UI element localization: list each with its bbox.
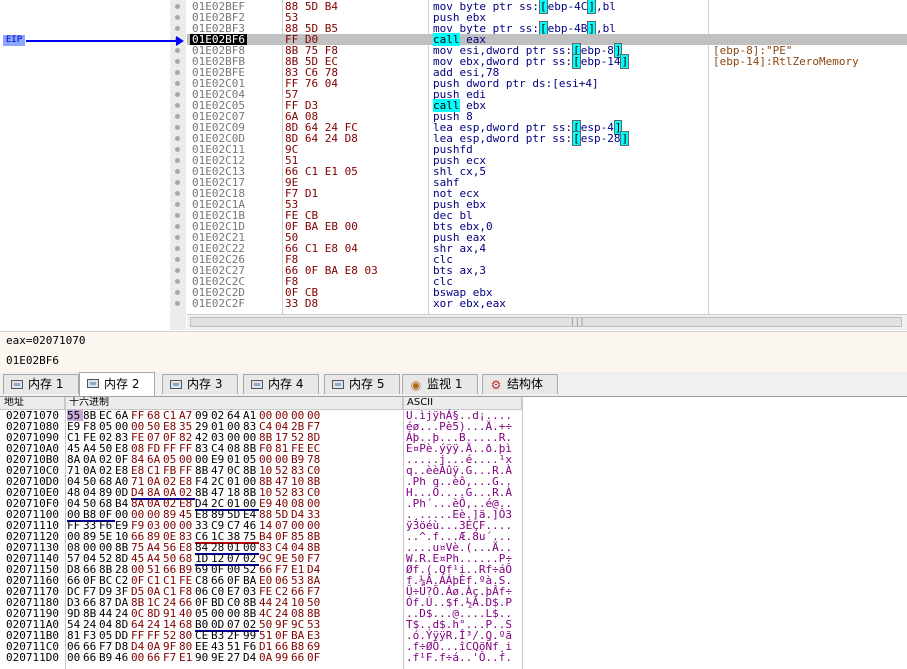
struct-icon: ⚙ bbox=[490, 378, 502, 392]
dump-row[interactable]: 020711D0 00 66 B9 46 00 66 F7 E1 90 9E 27 D4 0A 99 66 0F… bbox=[0, 652, 522, 663]
breakpoint-dot-icon[interactable] bbox=[175, 92, 180, 97]
dump-byte[interactable]: 27 bbox=[227, 652, 243, 663]
dump-bytes: 00 66 B9 46 00 66 F7 E1 90 9E 27 D4 0A 99 66 0F bbox=[67, 652, 323, 663]
breakpoint-dot-icon[interactable] bbox=[175, 191, 180, 196]
tab-label: 结构体 bbox=[507, 377, 544, 391]
breakpoint-dot-icon[interactable] bbox=[175, 246, 180, 251]
tab-7[interactable]: ⚙ 结构体 bbox=[482, 374, 558, 394]
breakpoint-dot-icon[interactable] bbox=[175, 103, 180, 108]
tab-3[interactable]: 内存 3 bbox=[162, 374, 238, 394]
tab-label: 监视 1 bbox=[427, 377, 463, 391]
breakpoint-dot-icon[interactable] bbox=[175, 70, 180, 75]
tab-1[interactable]: 内存 1 bbox=[3, 374, 79, 394]
breakpoint-dot-icon[interactable] bbox=[175, 290, 180, 295]
tab-5[interactable]: 内存 5 bbox=[324, 374, 400, 394]
breakpoint-dot-icon[interactable] bbox=[175, 81, 180, 86]
instruction-comment: [ebp-14]:RtlZeroMemory bbox=[713, 55, 859, 68]
breakpoint-dot-icon[interactable] bbox=[175, 125, 180, 130]
breakpoint-dot-icon[interactable] bbox=[175, 235, 180, 240]
breakpoint-dot-icon[interactable] bbox=[175, 4, 180, 9]
tab-4[interactable]: 内存 4 bbox=[243, 374, 319, 394]
scrollbar-thumb[interactable] bbox=[190, 317, 902, 327]
breakpoint-dot-icon[interactable] bbox=[175, 158, 180, 163]
breakpoint-dot-icon[interactable] bbox=[175, 268, 180, 273]
breakpoint-dot-icon[interactable] bbox=[175, 202, 180, 207]
memory-icon bbox=[251, 380, 263, 389]
jump-gutter bbox=[0, 0, 186, 330]
instruction-bytes: 33 D8 bbox=[285, 297, 319, 310]
breakpoint-dot-icon[interactable] bbox=[175, 136, 180, 141]
dump-byte[interactable]: D4 bbox=[243, 652, 259, 663]
dump-byte[interactable]: 0F bbox=[307, 652, 323, 663]
disassembly-pane[interactable]: EIP ||| 01E02BEF 88 5D B4 mov byte ptr ss:… bbox=[0, 0, 907, 330]
breakpoint-dot-icon[interactable] bbox=[175, 213, 180, 218]
instruction-bytes: 66 0F BA E8 03 bbox=[285, 264, 378, 277]
dump-byte[interactable]: 99 bbox=[275, 652, 291, 663]
dump-byte[interactable]: 00 bbox=[131, 652, 147, 663]
breakpoint-dot-icon[interactable] bbox=[175, 301, 180, 306]
header-hex[interactable]: 十六进制 bbox=[65, 397, 403, 409]
dump-byte[interactable]: 46 bbox=[115, 652, 131, 663]
instruction-address: 01E02C2F bbox=[192, 297, 245, 310]
eip-arrow-line bbox=[26, 40, 178, 42]
instruction-token: xor ebx,eax bbox=[433, 297, 506, 310]
memory-dump-pane[interactable]: 地址 十六进制 ASCII 02071070 55 8B EC 6A FF 68 C1 A7 09… bbox=[0, 397, 907, 669]
header-address[interactable]: 地址 bbox=[0, 397, 65, 409]
tab-label: 内存 4 bbox=[268, 377, 304, 391]
dump-byte[interactable]: F7 bbox=[163, 652, 179, 663]
breakpoint-dot-icon[interactable] bbox=[175, 48, 180, 53]
eip-marker: EIP bbox=[3, 35, 25, 46]
breakpoint-dot-icon[interactable] bbox=[175, 147, 180, 152]
register-value: eax=02071070 bbox=[6, 334, 86, 347]
breakpoint-column[interactable] bbox=[170, 0, 186, 330]
dump-byte[interactable]: E1 bbox=[179, 652, 195, 663]
dump-byte[interactable]: 9E bbox=[211, 652, 227, 663]
dump-byte[interactable]: 0A bbox=[259, 652, 275, 663]
memory-icon bbox=[170, 380, 182, 389]
dump-address: 020711D0 bbox=[6, 651, 59, 664]
header-ascii[interactable]: ASCII bbox=[403, 397, 522, 409]
dump-byte[interactable]: 66 bbox=[83, 652, 99, 663]
watch-icon: ◉ bbox=[410, 378, 422, 392]
instruction-text: xor ebx,eax bbox=[433, 298, 506, 309]
memory-icon bbox=[87, 379, 99, 388]
tab-label: 内存 5 bbox=[349, 377, 385, 391]
breakpoint-dot-icon[interactable] bbox=[175, 59, 180, 64]
tab-label: 内存 2 bbox=[104, 377, 140, 391]
breakpoint-dot-icon[interactable] bbox=[175, 257, 180, 262]
breakpoint-dot-icon[interactable] bbox=[175, 224, 180, 229]
tab-label: 内存 3 bbox=[187, 377, 223, 391]
tab-6[interactable]: ◉ 监视 1 bbox=[402, 374, 478, 394]
eip-arrow-icon bbox=[176, 36, 184, 46]
dump-byte[interactable]: 90 bbox=[195, 652, 211, 663]
breakpoint-dot-icon[interactable] bbox=[175, 180, 180, 185]
dump-tab-bar: 内存 1 内存 2 内存 3 内存 4 内存 5 ◉ 监视 1 ⚙ 结构体 bbox=[0, 372, 907, 397]
breakpoint-dot-icon[interactable] bbox=[175, 26, 180, 31]
info-pane: eax=02071070 01E02BF6 bbox=[0, 331, 907, 372]
memory-icon bbox=[332, 380, 344, 389]
breakpoint-dot-icon[interactable] bbox=[175, 279, 180, 284]
dump-ascii: .f¹F.f÷á..'Ô..f. bbox=[406, 651, 512, 664]
tab-label: 内存 1 bbox=[28, 377, 64, 391]
current-address: 01E02BF6 bbox=[6, 354, 59, 367]
breakpoint-dot-icon[interactable] bbox=[175, 15, 180, 20]
tab-2[interactable]: 内存 2 bbox=[79, 372, 155, 396]
breakpoint-dot-icon[interactable] bbox=[175, 114, 180, 119]
breakpoint-dot-icon[interactable] bbox=[175, 169, 180, 174]
dump-byte[interactable]: 66 bbox=[291, 652, 307, 663]
memory-icon bbox=[11, 380, 23, 389]
disassembly-row[interactable]: 01E02C2F 33 D8 xor ebx,eax bbox=[187, 298, 907, 309]
dump-byte[interactable]: 00 bbox=[67, 652, 83, 663]
column-separator bbox=[522, 397, 523, 669]
dump-byte[interactable]: 66 bbox=[147, 652, 163, 663]
scrollbar-grip-icon: ||| bbox=[570, 317, 585, 326]
dump-byte[interactable]: B9 bbox=[99, 652, 115, 663]
